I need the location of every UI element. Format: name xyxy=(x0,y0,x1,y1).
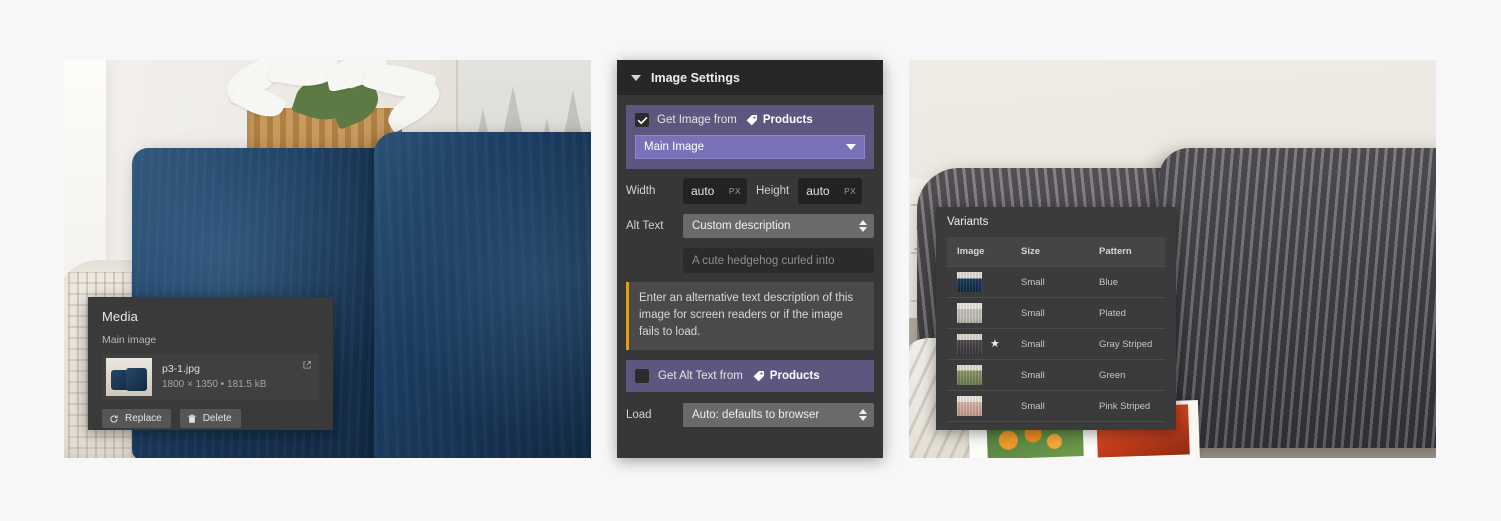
get-alt-text-from-checkbox[interactable] xyxy=(635,369,649,383)
load-select[interactable]: Auto: defaults to browser xyxy=(683,403,874,427)
tag-icon xyxy=(746,114,757,125)
height-unit: PX xyxy=(844,186,857,196)
variant-pattern-cell: Blue xyxy=(1099,266,1165,298)
alt-text-input[interactable]: A cute hedgehog curled into xyxy=(683,248,874,273)
load-row: Load Auto: defaults to browser xyxy=(626,403,874,427)
refresh-icon xyxy=(110,414,118,423)
variant-size-cell: Small xyxy=(1021,390,1099,422)
tag-icon xyxy=(753,370,764,381)
media-panel-subtitle: Main image xyxy=(102,334,157,346)
get-image-from-label: Get Image from xyxy=(657,114,737,126)
variant-size-cell: Small xyxy=(1021,328,1099,360)
main-image-select[interactable]: Main Image xyxy=(635,135,865,159)
main-image-select-value: Main Image xyxy=(644,141,705,153)
gray-striped-pillow-thumbnail-icon xyxy=(957,334,982,354)
variants-table-row[interactable]: Small Plated xyxy=(947,297,1165,329)
variants-panel: Variants Image Size Pattern Small Blue Sma… xyxy=(936,207,1176,430)
media-panel: Media Main image p3-1.jpg 1800 × 1350 • … xyxy=(88,297,333,430)
column-header-image[interactable]: Image xyxy=(947,237,1021,267)
get-alt-text-from-section: Get Alt Text from Products xyxy=(626,360,874,392)
media-actions: Replace Delete xyxy=(102,409,319,428)
plated-pillow-thumbnail-icon xyxy=(957,303,982,323)
variant-pattern-cell: Plated xyxy=(1099,297,1165,329)
alt-text-label: Alt Text xyxy=(626,220,664,232)
variants-table-header-row: Image Size Pattern xyxy=(947,237,1165,267)
variant-size-cell: Small xyxy=(1021,266,1099,298)
variant-size-cell: Small xyxy=(1021,297,1099,329)
column-header-size[interactable]: Size xyxy=(1021,237,1099,267)
media-file-meta: 1800 × 1350 • 181.5 kB xyxy=(162,379,267,390)
variant-size-cell: Small xyxy=(1021,359,1099,391)
star-icon[interactable]: ★ xyxy=(990,338,1000,350)
get-image-source: Products xyxy=(745,114,813,127)
external-link-icon[interactable] xyxy=(302,360,312,370)
trash-icon xyxy=(188,414,196,423)
variant-pattern-cell: Pink Striped xyxy=(1099,390,1165,422)
delete-button-label: Delete xyxy=(202,413,232,424)
screenshot-stage: Media Main image p3-1.jpg 1800 × 1350 • … xyxy=(0,0,1501,521)
variant-pattern-cell: Gray Striped xyxy=(1099,328,1165,360)
image-settings-panel: Image Settings Get Image from Products M… xyxy=(617,60,883,458)
image-settings-title: Image Settings xyxy=(651,70,740,85)
get-image-source-label: Products xyxy=(762,114,813,126)
alt-text-input-placeholder: A cute hedgehog curled into xyxy=(692,254,835,267)
variant-pattern-cell: Green xyxy=(1099,359,1165,391)
load-label: Load xyxy=(626,409,652,421)
width-unit: PX xyxy=(728,186,741,196)
get-image-from-section: Get Image from Products Main Image xyxy=(626,105,874,169)
photo-gray-pillow-front xyxy=(1159,148,1436,448)
blue-pillow-thumbnail-icon xyxy=(957,272,982,292)
green-pillow-thumbnail-icon xyxy=(957,365,982,385)
image-settings-header[interactable]: Image Settings xyxy=(617,60,883,95)
height-label: Height xyxy=(756,185,790,197)
width-value: auto xyxy=(691,184,715,198)
media-panel-title: Media xyxy=(102,309,138,324)
alt-text-select-value: Custom description xyxy=(692,220,791,232)
up-down-arrows-icon xyxy=(859,409,867,421)
variants-panel-title: Variants xyxy=(947,216,989,228)
variant-image-cell xyxy=(947,359,1021,391)
variants-table-row[interactable]: Small Green xyxy=(947,359,1165,391)
get-image-from-checkbox[interactable] xyxy=(635,113,649,127)
variant-image-cell xyxy=(947,390,1021,422)
media-file-card[interactable]: p3-1.jpg 1800 × 1350 • 181.5 kB xyxy=(102,354,319,400)
image-settings-body: Get Image from Products Main Image Width… xyxy=(617,95,883,458)
height-input[interactable]: auto PX xyxy=(798,178,863,204)
media-file-name: p3-1.jpg xyxy=(162,363,200,375)
dimensions-row: Width auto PX Height auto PX xyxy=(626,178,874,204)
replace-button[interactable]: Replace xyxy=(102,409,171,428)
alt-text-select[interactable]: Custom description xyxy=(683,214,874,238)
variants-table: Image Size Pattern Small Blue Small Plated ★… xyxy=(947,237,1165,422)
variants-table-row[interactable]: Small Pink Striped xyxy=(947,390,1165,422)
width-input[interactable]: auto PX xyxy=(683,178,747,204)
variant-image-cell xyxy=(947,266,1021,298)
get-alt-text-source: Products xyxy=(752,370,820,383)
variants-table-row[interactable]: ★ Small Gray Striped xyxy=(947,328,1165,360)
pink-striped-pillow-thumbnail-icon xyxy=(957,396,982,416)
chevron-down-icon xyxy=(846,144,856,150)
variant-image-cell: ★ xyxy=(947,328,1021,360)
replace-button-label: Replace xyxy=(125,413,162,424)
blue-pillows-thumbnail-icon xyxy=(106,358,152,396)
up-down-arrows-icon xyxy=(859,220,867,232)
delete-button[interactable]: Delete xyxy=(179,409,241,428)
photo-blue-pillow-back xyxy=(374,132,591,458)
width-label: Width xyxy=(626,185,656,197)
load-select-value: Auto: defaults to browser xyxy=(692,409,820,421)
variants-table-row[interactable]: Small Blue xyxy=(947,266,1165,298)
variant-image-cell xyxy=(947,297,1021,329)
alt-text-row: Alt Text Custom description xyxy=(626,214,874,238)
height-value: auto xyxy=(806,184,830,198)
get-alt-text-from-label: Get Alt Text from xyxy=(658,370,743,382)
caret-down-icon[interactable] xyxy=(631,74,641,81)
get-alt-text-source-label: Products xyxy=(769,370,820,382)
alt-text-help: Enter an alternative text description of… xyxy=(626,282,874,350)
column-header-pattern[interactable]: Pattern xyxy=(1099,237,1165,267)
